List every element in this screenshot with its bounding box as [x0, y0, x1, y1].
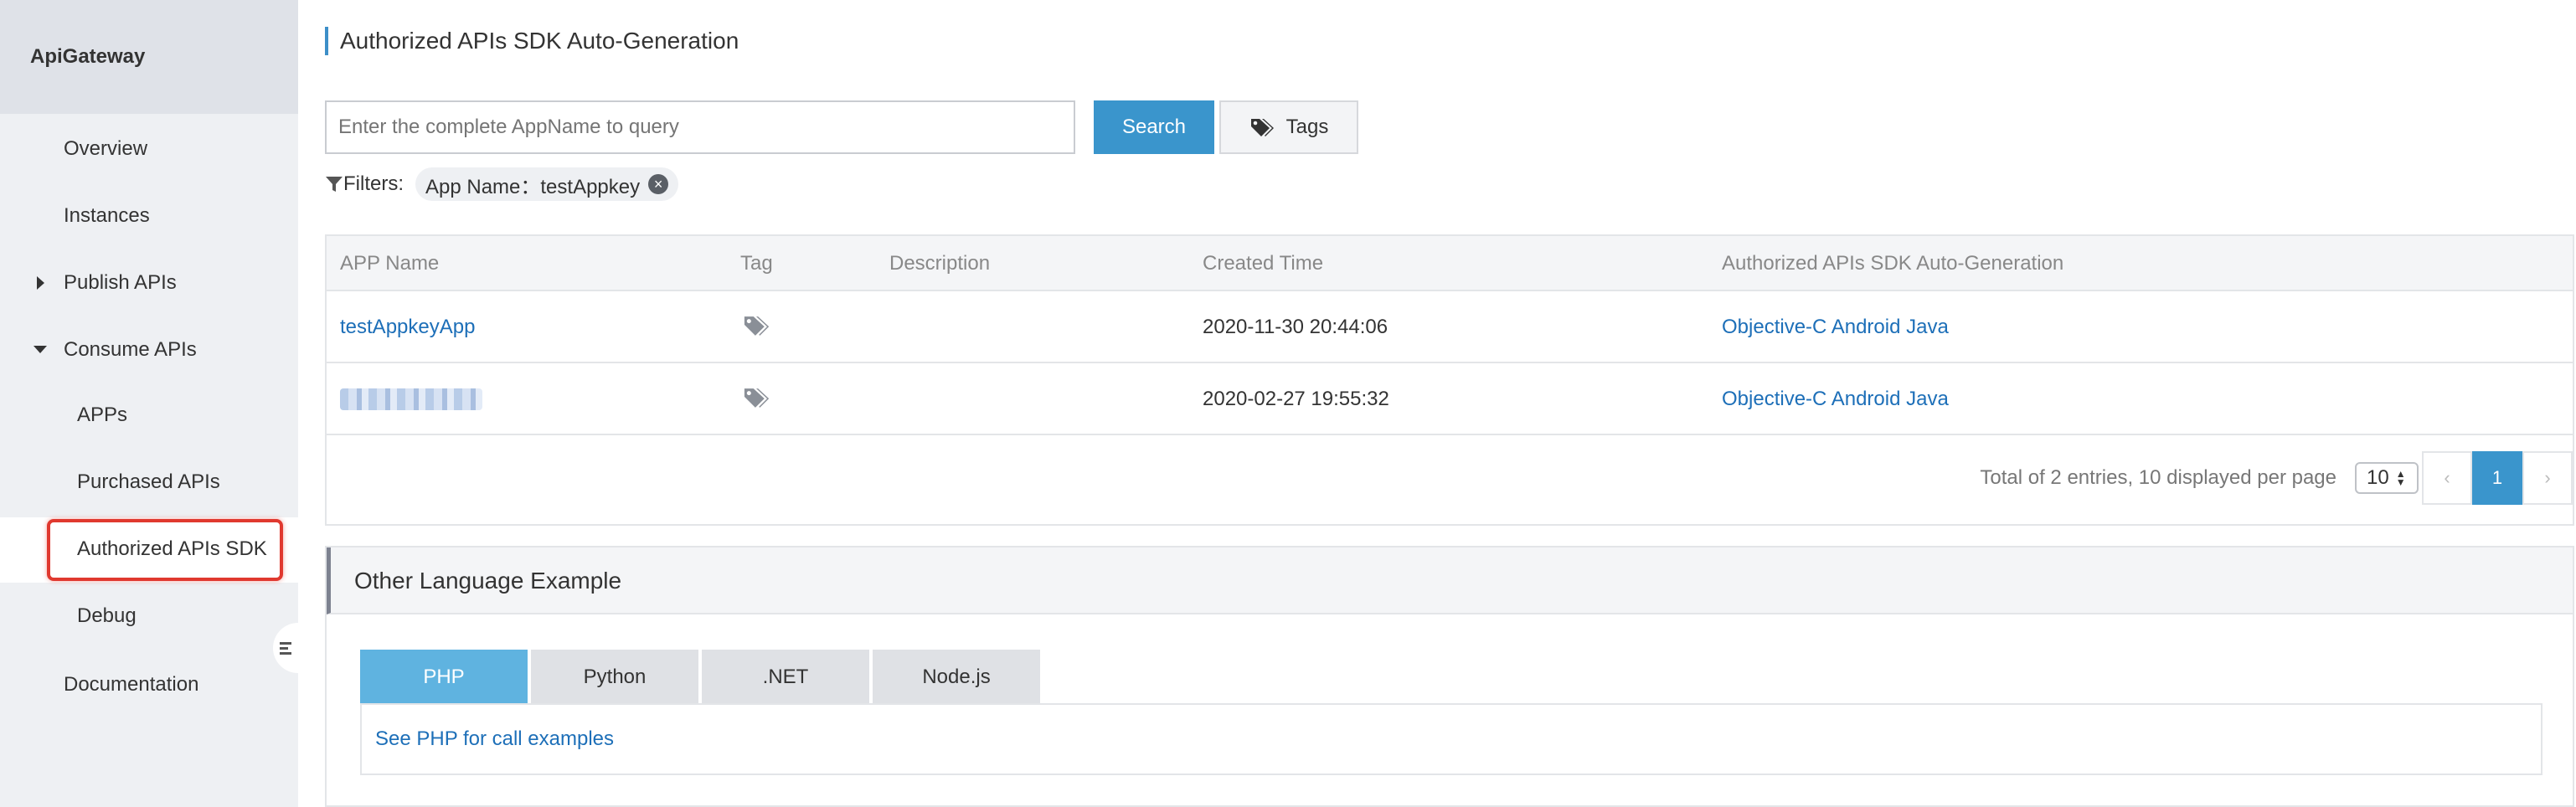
clear-filter-icon[interactable]: ×	[648, 174, 669, 194]
created-time-cell: 2020-02-27 19:55:32	[1203, 388, 1389, 410]
page-size-value: 10	[2367, 466, 2389, 489]
search-button[interactable]: Search	[1094, 100, 1214, 154]
pagination: Total of 2 entries, 10 displayed per pag…	[1980, 450, 2573, 506]
sidebar-item-consume-apis[interactable]: Consume APIs	[64, 338, 197, 362]
filters-label: Filters:	[343, 172, 404, 195]
tags-button-label: Tags	[1285, 116, 1329, 138]
tab-dotnet[interactable]: .NET	[702, 650, 869, 705]
tab-nodejs[interactable]: Node.js	[873, 650, 1040, 705]
sidebar-item-instances[interactable]: Instances	[64, 204, 150, 228]
tab-content: See PHP for call examples	[360, 703, 2543, 775]
sdk-link-java[interactable]: Java	[1906, 316, 1949, 338]
call-examples-link[interactable]: See PHP for call examples	[375, 727, 614, 750]
filters-bar: Filters: App Name：testAppkey ×	[325, 167, 679, 201]
page-button-1[interactable]: 1	[2472, 451, 2522, 505]
example-panel-title: Other Language Example	[327, 547, 2573, 614]
sdk-links: Objective-C Android Java	[1722, 291, 1949, 363]
language-tabs: PHP Python .NET Node.js	[360, 650, 1043, 705]
sdk-link-android[interactable]: Android	[1832, 316, 1901, 338]
sidebar-item-documentation[interactable]: Documentation	[64, 673, 198, 696]
other-language-example-panel: Other Language Example PHP Python .NET N…	[325, 546, 2574, 807]
sidebar: ApiGateway Overview Instances Publish AP…	[0, 0, 298, 807]
column-header-tag: Tag	[740, 252, 773, 275]
app-name-link[interactable]: testAppkeyApp	[340, 291, 475, 363]
page-size-select[interactable]: 10 ▲ ▼	[2355, 462, 2419, 494]
prev-page-button[interactable]: ‹	[2422, 451, 2472, 505]
select-arrows-icon: ▲ ▼	[2395, 468, 2406, 488]
sidebar-item-debug[interactable]: Debug	[77, 604, 137, 628]
next-page-button[interactable]: ›	[2522, 451, 2573, 505]
column-header-sdk: Authorized APIs SDK Auto-Generation	[1722, 252, 2064, 275]
sdk-link-java[interactable]: Java	[1906, 388, 1949, 410]
caret-down-icon[interactable]	[33, 346, 47, 353]
tag-icon[interactable]	[742, 387, 770, 409]
sidebar-item-purchased-apis[interactable]: Purchased APIs	[77, 470, 220, 494]
sdk-links: Objective-C Android Java	[1722, 363, 1949, 435]
sidebar-item-authorized-apis-sdk[interactable]: Authorized APIs SDK	[77, 537, 267, 561]
pagination-summary: Total of 2 entries, 10 displayed per pag…	[1980, 466, 2336, 489]
sdk-link-objective-c[interactable]: Objective-C	[1722, 388, 1826, 410]
apps-table: APP Name Tag Description Created Time Au…	[325, 234, 2574, 526]
table-header: APP Name Tag Description Created Time Au…	[327, 236, 2573, 291]
sidebar-item-overview[interactable]: Overview	[64, 137, 147, 161]
product-name: ApiGateway	[0, 0, 298, 114]
column-header-app-name: APP Name	[340, 252, 440, 275]
tab-python[interactable]: Python	[531, 650, 698, 705]
filter-icon	[326, 177, 343, 192]
main-content: Authorized APIs SDK Auto-Generation Sear…	[298, 0, 2576, 807]
sdk-link-android[interactable]: Android	[1832, 388, 1901, 410]
sdk-link-objective-c[interactable]: Objective-C	[1722, 316, 1826, 338]
filter-chip-label: App Name：testAppkey	[425, 175, 641, 198]
sidebar-item-publish-apis[interactable]: Publish APIs	[64, 271, 177, 295]
search-input[interactable]	[325, 100, 1075, 154]
filter-chip: App Name：testAppkey ×	[415, 167, 679, 201]
column-header-description: Description	[889, 252, 991, 275]
caret-right-icon[interactable]	[37, 276, 44, 290]
table-row: testAppkeyApp 2020-11-30 20:44:06 Object…	[327, 291, 2573, 363]
tab-php[interactable]: PHP	[360, 650, 528, 705]
redacted-app-name-link[interactable]	[340, 388, 482, 410]
collapse-sidebar-icon[interactable]	[273, 623, 298, 673]
tags-button[interactable]: Tags	[1219, 100, 1358, 154]
tag-icon[interactable]	[742, 315, 770, 337]
created-time-cell: 2020-11-30 20:44:06	[1203, 316, 1388, 338]
page-title: Authorized APIs SDK Auto-Generation	[325, 27, 739, 55]
table-row: 2020-02-27 19:55:32 Objective-C Android …	[327, 363, 2573, 435]
column-header-created-time: Created Time	[1203, 252, 1324, 275]
sidebar-item-apps[interactable]: APPs	[77, 404, 127, 427]
tag-icon	[1250, 119, 1274, 136]
